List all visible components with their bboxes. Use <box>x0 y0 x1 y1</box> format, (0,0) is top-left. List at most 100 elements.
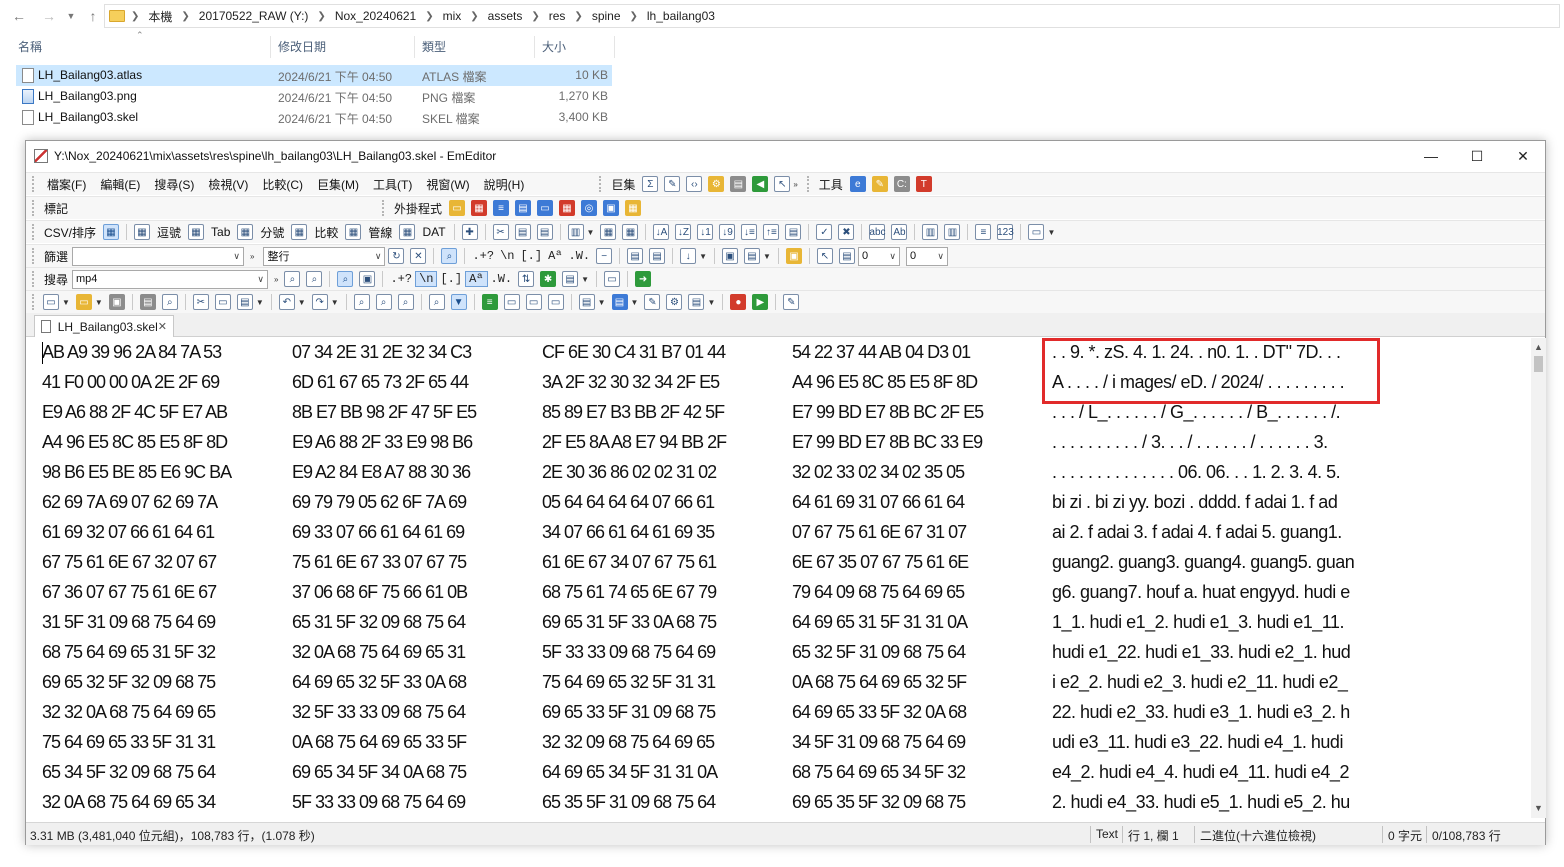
sort-length-asc-icon[interactable]: ↓≡ <box>741 224 758 240</box>
hex-byte-group[interactable]: 85 89 E7 B3 BB 2F 42 5F <box>542 402 725 423</box>
file-properties-icon[interactable]: ▤ <box>578 294 595 310</box>
hex-line[interactable]: 98 B6 E5 BE 85 E6 9C BA E9 A2 84 E8 A7 88… <box>26 458 1531 488</box>
hex-byte-group[interactable]: 0A 68 75 64 69 65 33 5F <box>292 732 467 753</box>
context-lines-before-select[interactable]: 0 ∨ <box>857 246 900 266</box>
pipe-separated-icon[interactable]: ▦ <box>345 224 362 240</box>
column-divider[interactable] <box>414 36 415 58</box>
show-marks-icon[interactable]: ▭ <box>525 294 542 310</box>
breadcrumb-separator-icon[interactable]: ❯ <box>181 11 189 22</box>
hex-byte-group[interactable]: E7 99 BD E7 8B BC 2F E5 <box>792 402 984 423</box>
breadcrumb-drive[interactable]: 20170522_RAW (Y:) <box>199 9 309 23</box>
internet-explorer-icon[interactable]: e <box>849 176 866 192</box>
hex-line[interactable]: 62 69 7A 69 07 62 69 7A 69 79 79 05 62 6F… <box>26 488 1531 518</box>
freeze-columns-icon[interactable]: ▦ <box>600 224 617 240</box>
chevron-down-icon[interactable]: ▼ <box>699 252 707 261</box>
hex-line[interactable]: 67 75 61 6E 67 32 07 67 75 61 6E 67 33 07… <box>26 548 1531 578</box>
redo-icon[interactable]: ↷ <box>311 294 328 310</box>
outline-plugin-icon[interactable]: ≡ <box>493 200 510 216</box>
hex-byte-group[interactable]: E7 99 BD E7 8B BC 33 E9 <box>792 432 983 453</box>
dat-label[interactable]: DAT <box>418 225 449 239</box>
hex-byte-group[interactable]: 68 75 61 74 65 6E 67 79 <box>542 582 717 603</box>
chevron-down-icon[interactable]: ∨ <box>375 251 382 262</box>
chevron-down-icon[interactable]: ▼ <box>95 298 103 307</box>
filter-history-icon[interactable]: ▤ <box>744 248 761 264</box>
customize-macros-icon[interactable]: ✎ <box>783 294 800 310</box>
chevron-down-icon[interactable]: ▼ <box>707 298 715 307</box>
line-numbers-icon[interactable]: ≡ <box>481 294 498 310</box>
hex-byte-group[interactable]: 75 64 69 65 33 5F 31 31 <box>42 732 216 753</box>
hex-byte-group[interactable]: 61 69 32 07 66 61 64 61 <box>42 522 215 543</box>
breadcrumb-assets[interactable]: assets <box>488 9 523 23</box>
compare-mode-icon[interactable]: ▦ <box>291 224 308 240</box>
run-macro-icon[interactable]: ◀ <box>752 176 769 192</box>
hex-byte-group[interactable]: 65 32 5F 31 09 68 75 64 <box>792 642 966 663</box>
file-row[interactable]: LH_Bailang03.skel 2024/6/21 下午 04:50 SKE… <box>16 107 612 128</box>
toolbar-grip[interactable] <box>806 176 811 192</box>
delete-icon[interactable]: ✖ <box>838 224 855 240</box>
hex-byte-group[interactable]: 0A 68 75 64 69 65 32 5F <box>792 672 967 693</box>
hex-byte-group[interactable]: 67 36 07 67 75 61 6E 67 <box>42 582 217 603</box>
next-match-icon[interactable]: ↓ <box>680 248 697 264</box>
up-arrow-icon[interactable]: ↑ <box>82 5 104 27</box>
whole-word-icon[interactable]: .W. <box>488 272 516 286</box>
chevron-down-icon[interactable]: ▼ <box>331 298 339 307</box>
ascii-column-text[interactable]: 2. hudi e4_33. hudi e5_1. hudi e5_2. hu <box>1052 792 1372 813</box>
insert-column-icon[interactable]: ✚ <box>461 224 478 240</box>
menu-file[interactable]: 檔案(F) <box>40 176 93 193</box>
web-preview-plugin-icon[interactable]: ◎ <box>581 200 598 216</box>
breadcrumb-res[interactable]: res <box>549 9 566 23</box>
customize-icon[interactable]: ✎ <box>644 294 661 310</box>
snippets-plugin-icon[interactable]: ▭ <box>537 200 554 216</box>
hex-byte-group[interactable]: 5F 33 33 09 68 75 64 69 <box>292 792 466 813</box>
join-lines-icon[interactable]: ▥ <box>922 224 939 240</box>
column-left-icon[interactable]: ▤ <box>514 224 531 240</box>
sigma-icon[interactable]: Σ <box>642 176 659 192</box>
breadcrumb-separator-icon[interactable]: ❯ <box>317 11 325 22</box>
hex-byte-group[interactable]: 61 6E 67 34 07 67 75 61 <box>542 552 717 573</box>
semicolon-separated-label[interactable]: 分號 <box>256 224 288 241</box>
hex-byte-group[interactable]: 05 64 64 64 64 07 66 61 <box>542 492 715 513</box>
tab-separated-icon[interactable]: ▦ <box>188 224 205 240</box>
hex-byte-group[interactable]: 69 65 31 5F 33 0A 68 75 <box>542 612 717 633</box>
find-next-green-icon[interactable]: ⌕ <box>375 294 392 310</box>
ascii-column-text[interactable]: bi zi . bi zi yy. bozi . dddd. f adai 1.… <box>1052 492 1372 513</box>
ascii-column-text[interactable]: guang2. guang3. guang4. guang5. guan <box>1052 552 1372 573</box>
column-header-size[interactable]: 大小 <box>542 34 566 60</box>
chevron-down-icon[interactable]: ∨ <box>889 251 896 262</box>
hex-byte-group[interactable]: 07 67 75 61 6E 67 31 07 <box>792 522 967 543</box>
gear-icon[interactable]: ⚙ <box>708 176 725 192</box>
open-folder-icon[interactable]: ▭ <box>75 294 92 310</box>
column-header-name[interactable]: 名稱 <box>18 34 42 60</box>
minimize-icon[interactable]: — <box>1408 141 1454 171</box>
menu-compare[interactable]: 比較(C) <box>255 176 310 193</box>
hex-byte-group[interactable]: 69 65 32 5F 32 09 68 75 <box>42 672 216 693</box>
menu-search[interactable]: 搜尋(S) <box>147 176 201 193</box>
chevron-down-icon[interactable]: ▼ <box>763 252 771 261</box>
ascii-column-text[interactable]: 1_1. hudi e1_2. hudi e1_3. hudi e1_11. <box>1052 612 1372 633</box>
advanced-filter-icon[interactable]: ▣ <box>722 248 739 264</box>
file-row[interactable]: LH_Bailang03.png 2024/6/21 下午 04:50 PNG … <box>16 86 612 107</box>
hex-byte-group[interactable]: 64 69 65 34 5F 31 31 0A <box>542 762 718 783</box>
hex-byte-group[interactable]: 3A 2F 32 30 32 34 2F E5 <box>542 372 720 393</box>
chevron-down-icon[interactable]: ▼ <box>62 298 70 307</box>
toolbar-grip[interactable] <box>599 176 603 192</box>
search-overflow-chevron-icon[interactable]: » <box>274 275 278 284</box>
sort-options-icon[interactable]: ▤ <box>785 224 802 240</box>
hex-byte-group[interactable]: 75 64 69 65 32 5F 31 31 <box>542 672 716 693</box>
macro-group-icon[interactable]: ▤ <box>730 176 747 192</box>
clear-filter-icon[interactable]: ✕ <box>410 248 427 264</box>
find-previous-icon[interactable]: ⌕ <box>306 271 323 287</box>
hex-byte-group[interactable]: 69 65 34 5F 34 0A 68 75 <box>292 762 467 783</box>
comma-separated-icon[interactable]: ▦ <box>134 224 151 240</box>
hex-line[interactable]: 61 69 32 07 66 61 64 61 69 33 07 66 61 64… <box>26 518 1531 548</box>
scroll-down-icon[interactable]: ▼ <box>1531 801 1546 816</box>
wrap-icon[interactable]: ▭ <box>547 294 564 310</box>
ascii-column-text[interactable]: . . . . . . . . . . . . . . 06. 06. . . … <box>1052 462 1372 483</box>
chevron-down-icon[interactable]: ▼ <box>298 298 306 307</box>
menu-edit[interactable]: 編輯(E) <box>93 176 147 193</box>
ascii-column-text[interactable]: . . . . . . . . . . / 3. . . / . . . . .… <box>1052 432 1372 453</box>
regex-toggle-icon[interactable]: .+? <box>387 272 415 286</box>
select-column-icon[interactable]: ✂ <box>492 224 509 240</box>
filter-overflow-chevron-icon[interactable]: » <box>250 252 254 261</box>
toolbar-overflow-chevron-icon[interactable]: » <box>793 180 797 189</box>
